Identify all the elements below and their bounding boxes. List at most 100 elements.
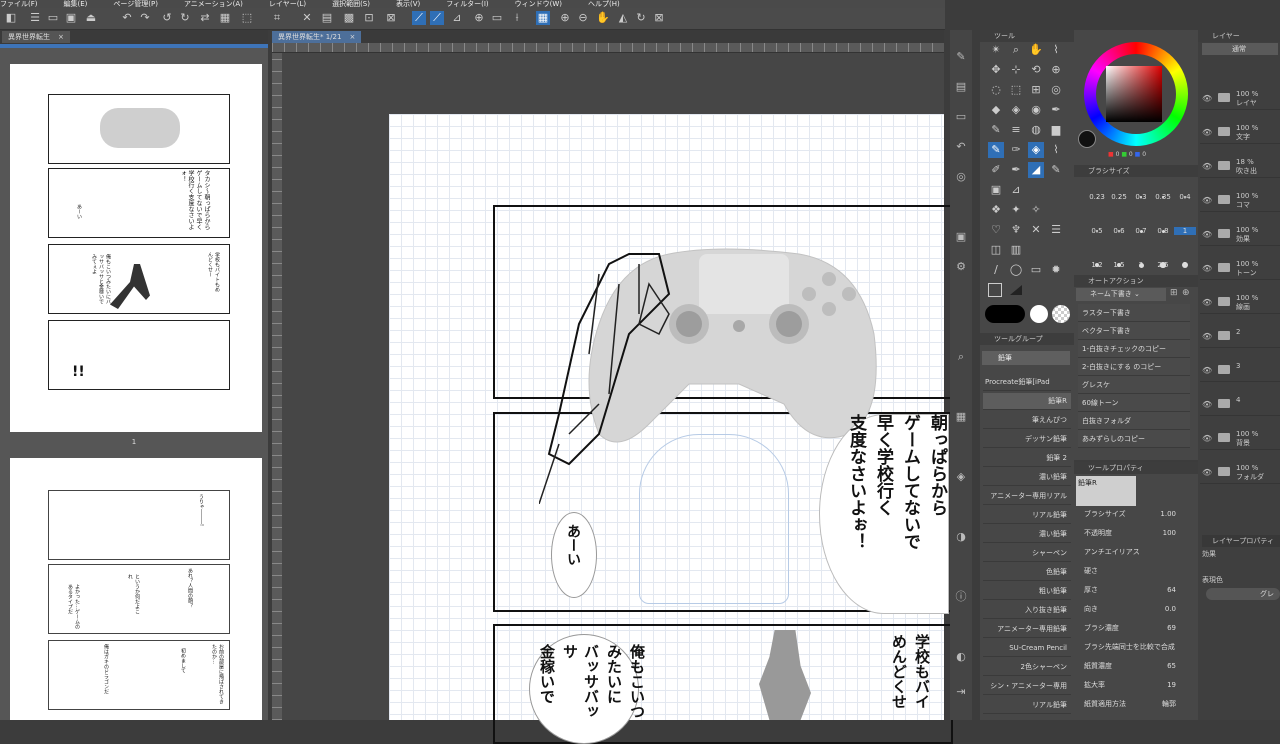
blend-icon[interactable]: ◈	[1028, 142, 1044, 158]
layer-row[interactable]: 👁 100 % トーン	[1200, 258, 1280, 280]
brush-item[interactable]: 濃い鉛筆	[983, 469, 1071, 486]
layer-icon[interactable]: ▤	[954, 80, 968, 94]
transparent-swatch[interactable]	[1052, 305, 1070, 323]
g-pen-icon[interactable]: ✐	[988, 162, 1004, 178]
eye-icon[interactable]: 👁	[1202, 366, 1212, 375]
menu-item[interactable]: ヘルプ(H)	[588, 0, 620, 8]
brush-item[interactable]: リアル鉛筆	[983, 507, 1071, 524]
brush-item[interactable]: 入り抜き鉛筆	[983, 602, 1071, 619]
frame-select-icon[interactable]: ⊞	[1028, 82, 1044, 98]
menu-icon[interactable]: ☰	[28, 11, 42, 25]
layer-row[interactable]: 👁 100 % 背景	[1200, 428, 1280, 450]
close-icon[interactable]: ×	[58, 33, 64, 41]
rotate-view-icon[interactable]: ↻	[634, 11, 648, 25]
page-thumbnail-2[interactable]: うりゃ―――! あれ？人間の顔？ というか何だよこれ よかった…ゲームのあるタイ…	[10, 458, 262, 720]
export-icon[interactable]: ⇥	[954, 685, 968, 699]
settings-icon[interactable]: ⚙	[954, 260, 968, 274]
marker-icon[interactable]: ⌇	[1048, 142, 1064, 158]
sparkle-icon[interactable]: ✴	[988, 42, 1004, 58]
operation-icon[interactable]: ⊕	[1048, 62, 1064, 78]
current-color[interactable]	[1078, 130, 1096, 148]
eye-icon[interactable]: 👁	[1202, 332, 1212, 341]
tool-property-row[interactable]: 拡大率 19	[1078, 677, 1190, 693]
shirt-icon[interactable]: ♆	[1008, 222, 1024, 238]
balloon-icon[interactable]: ◫	[988, 242, 1004, 258]
new-file-icon[interactable]: ▭	[46, 11, 60, 25]
sketch-icon[interactable]: ✎	[954, 50, 968, 64]
zoom-icon[interactable]: ⊕	[472, 11, 486, 25]
brush-item[interactable]: 鉛筆 2	[983, 450, 1071, 467]
tab-page-list[interactable]: 異界世界転生 ×	[2, 31, 70, 43]
brush-item[interactable]: 粗い鉛筆	[983, 583, 1071, 600]
brush-item[interactable]: デッサン鉛筆	[983, 431, 1071, 448]
search-icon[interactable]: ⌕	[954, 350, 968, 364]
tool-property-row[interactable]: 厚さ 64	[1078, 582, 1190, 598]
brush-item[interactable]: シン・アニメーター専用	[983, 678, 1071, 695]
pencil-icon[interactable]: ✎	[988, 122, 1004, 138]
main-color-swatch[interactable]	[988, 283, 1002, 297]
tool-property-row[interactable]: ブラシ先端同士を比較で合成	[1078, 639, 1190, 655]
perspective-icon[interactable]: ⟊	[510, 11, 524, 25]
crop-icon[interactable]: ⌗	[270, 11, 284, 25]
black-swatch[interactable]	[985, 305, 1025, 323]
clear-icon[interactable]: ✕	[300, 11, 314, 25]
eye-icon[interactable]: 👁	[1202, 298, 1212, 307]
eye-icon[interactable]: 👁	[1202, 128, 1212, 137]
sub-color-swatch[interactable]	[1010, 285, 1022, 295]
material-icon[interactable]: ▣	[954, 230, 968, 244]
object-icon[interactable]: ⊹	[1008, 62, 1024, 78]
display-color-toggle[interactable]: グレ	[1206, 588, 1280, 600]
grid-view-icon[interactable]: ▩	[342, 11, 356, 25]
brush-icon[interactable]: ◉	[1028, 102, 1044, 118]
menu-item[interactable]: フィルター(I)	[446, 0, 488, 8]
eye-icon[interactable]: 👁	[1202, 94, 1212, 103]
palette-icon[interactable]: ◐	[954, 650, 968, 664]
info-icon[interactable]: ⓘ	[954, 590, 968, 604]
star-icon[interactable]: ✹	[1048, 262, 1064, 278]
sparkle2-icon[interactable]: ✦	[1008, 202, 1024, 218]
tool-property-row[interactable]: ブラシ濃度 69	[1078, 620, 1190, 636]
rotate-right-icon[interactable]: ↻	[178, 11, 192, 25]
layer-row[interactable]: 👁 18 % 吹き出	[1200, 156, 1280, 178]
layer-row[interactable]: 👁 4	[1200, 394, 1280, 416]
ellipse-icon[interactable]: ◯	[1008, 262, 1024, 278]
brush-item[interactable]: リアル鉛筆	[983, 697, 1071, 714]
pen-icon[interactable]: ✑	[1008, 142, 1024, 158]
add-action-icon[interactable]: ⊕	[1182, 288, 1190, 298]
tool-property-row[interactable]: 硬さ	[1078, 563, 1190, 579]
hatch-icon[interactable]: ≡	[1008, 122, 1024, 138]
layer-row[interactable]: 👁 100 % フォルダ	[1200, 462, 1280, 484]
eye-icon[interactable]: 👁	[1202, 400, 1212, 409]
deselect-icon[interactable]: ⊠	[384, 11, 398, 25]
brush-item[interactable]: シャーペン	[983, 545, 1071, 562]
menu-item[interactable]: アニメーション(A)	[184, 0, 243, 8]
menu-item[interactable]: ウィンドウ(W)	[515, 0, 562, 8]
close-icon[interactable]: ×	[349, 33, 355, 41]
lasso-icon[interactable]: ◌	[988, 82, 1004, 98]
lasso2-icon[interactable]: ◎	[1048, 82, 1064, 98]
feather-icon[interactable]: ✧	[1028, 202, 1044, 218]
layer-row[interactable]: 👁 100 % 文字	[1200, 122, 1280, 144]
view-icon[interactable]: ▭	[490, 11, 504, 25]
menu-item[interactable]: 表示(V)	[396, 0, 420, 8]
eye-icon[interactable]: 👁	[1202, 264, 1212, 273]
auto-action-item[interactable]: 60線トーン	[1078, 394, 1190, 412]
airbrush-icon[interactable]: ◢	[1028, 162, 1044, 178]
zoom-out-icon[interactable]: ⊖	[576, 11, 590, 25]
layer-move-icon[interactable]: ⟲	[1028, 62, 1044, 78]
auto-action-item[interactable]: ラスター下書き	[1078, 304, 1190, 322]
brush-item[interactable]: 筆えんぴつ	[983, 412, 1071, 429]
frame-icon[interactable]: ▣	[988, 182, 1004, 198]
eye-icon[interactable]: 👁	[1202, 162, 1212, 171]
layer-row[interactable]: 👁 100 % 線画	[1200, 292, 1280, 314]
open-file-icon[interactable]: ▣	[64, 11, 78, 25]
auto-action-item[interactable]: あみずらしのコピー	[1078, 430, 1190, 448]
layer-row[interactable]: 👁 2	[1200, 326, 1280, 348]
eraser-icon[interactable]: ◆	[988, 102, 1004, 118]
tool-property-row[interactable]: 向き 0.0	[1078, 601, 1190, 617]
figure-icon[interactable]: ✎	[1048, 162, 1064, 178]
hand-icon[interactable]: ✋	[596, 11, 610, 25]
fill-icon[interactable]: ◈	[1008, 102, 1024, 118]
filter-icon[interactable]: ◈	[954, 470, 968, 484]
tool-property-row[interactable]: 紙質濃度 65	[1078, 658, 1190, 674]
